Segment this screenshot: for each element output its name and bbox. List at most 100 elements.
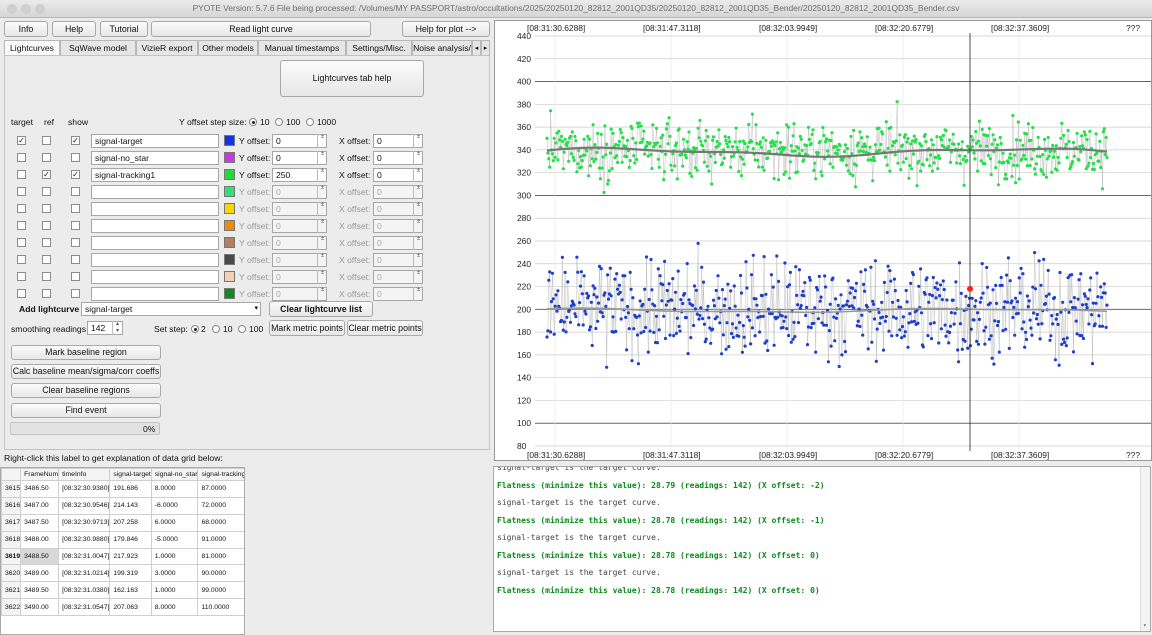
grid-header-0[interactable]	[1, 468, 22, 481]
tab-manual-timestamps[interactable]: Manual timestamps	[258, 40, 346, 56]
row-3-curve-name[interactable]: signal-tracking1	[91, 168, 219, 182]
y-step-100-radio[interactable]	[275, 118, 283, 126]
info-button[interactable]: Info	[4, 21, 48, 37]
row-5-curve-name[interactable]	[91, 202, 219, 216]
tab-vizier-export[interactable]: VizieR export	[136, 40, 198, 56]
row-8-ref-checkbox[interactable]	[42, 255, 51, 264]
row-7-y-stepper-icon[interactable]: ±	[317, 236, 327, 250]
row-7-x-stepper-icon[interactable]: ±	[413, 236, 423, 250]
row-2-target-checkbox[interactable]	[17, 153, 26, 162]
row-4-y-stepper-icon[interactable]: ±	[317, 185, 327, 199]
lightcurve-plot[interactable]: 80 100 120 140 160 180 200 220 240 260 280 300 320 34…	[494, 20, 1152, 461]
grid-header-2[interactable]: timeInfo	[58, 468, 111, 481]
row-10-color-swatch[interactable]	[224, 288, 235, 299]
row-8-curve-name[interactable]	[91, 253, 219, 267]
row-10-show-checkbox[interactable]	[71, 289, 80, 298]
row-6-show-checkbox[interactable]	[71, 221, 80, 230]
tab-scroll-right-icon[interactable]: ▸	[481, 40, 490, 56]
row-10-curve-name[interactable]	[91, 287, 219, 301]
add-lightcurve-select[interactable]: signal-target ▾	[81, 302, 261, 316]
row-1-color-swatch[interactable]	[224, 135, 235, 146]
row-4-curve-name[interactable]	[91, 185, 219, 199]
row-9-show-checkbox[interactable]	[71, 272, 80, 281]
row-3-ref-checkbox[interactable]: ✓	[42, 170, 51, 179]
tab-sqwave-model[interactable]: SqWave model	[60, 40, 136, 56]
row-5-ref-checkbox[interactable]	[42, 204, 51, 213]
row-2-x-stepper-icon[interactable]: ±	[413, 151, 423, 165]
row-2-ref-checkbox[interactable]	[42, 153, 51, 162]
table-row[interactable]: 3616 3487.00 [08:32:30.9546] 214.143 -6.0000…	[1, 496, 244, 515]
mark-baseline-region-button[interactable]: Mark baseline region	[11, 345, 161, 360]
row-5-show-checkbox[interactable]	[71, 204, 80, 213]
tab-other-models[interactable]: Other models	[198, 40, 258, 56]
row-5-x-stepper-icon[interactable]: ±	[413, 202, 423, 216]
row-1-x-stepper-icon[interactable]: ±	[413, 134, 423, 148]
table-row[interactable]: 3622 3490.00 [08:32:31.0547] 207.063 8.0000 1…	[1, 598, 244, 617]
row-2-color-swatch[interactable]	[224, 152, 235, 163]
row-4-x-stepper-icon[interactable]: ±	[413, 185, 423, 199]
row-6-x-stepper-icon[interactable]: ±	[413, 219, 423, 233]
row-1-curve-name[interactable]: signal-target	[91, 134, 219, 148]
row-5-y-stepper-icon[interactable]: ±	[317, 202, 327, 216]
row-10-target-checkbox[interactable]	[17, 289, 26, 298]
table-row[interactable]: 3620 3489.00 [08:32:31.0214] 199.319 3.0000 9…	[1, 564, 244, 583]
data-grid[interactable]: FrameNum timeInfo signal-target signal-no_s…	[0, 467, 245, 635]
row-2-show-checkbox[interactable]	[71, 153, 80, 162]
row-3-target-checkbox[interactable]	[17, 170, 26, 179]
tab-settings-misc[interactable]: Settings/Misc.	[346, 40, 412, 56]
grid-help-label[interactable]: Right-click this label to get explanatio…	[4, 453, 223, 463]
row-4-target-checkbox[interactable]	[17, 187, 26, 196]
tab-noise-analysis[interactable]: Noise analysis/	[412, 40, 472, 56]
help-button[interactable]: Help	[52, 21, 96, 37]
set-step-10-radio[interactable]	[212, 325, 220, 333]
row-2-curve-name[interactable]: signal-no_star	[91, 151, 219, 165]
table-row[interactable]: 3618 3488.00 [08:32:30.9880] 179.846 -5.0000…	[1, 530, 244, 549]
lightcurves-tab-help-button[interactable]: Lightcurves tab help	[280, 60, 424, 97]
row-7-color-swatch[interactable]	[224, 237, 235, 248]
row-3-y-stepper-icon[interactable]: ±	[317, 168, 327, 182]
row-9-color-swatch[interactable]	[224, 271, 235, 282]
grid-header-4[interactable]: signal-no_star	[150, 468, 199, 481]
row-6-color-swatch[interactable]	[224, 220, 235, 231]
scroll-down-icon[interactable]: ▾	[1143, 622, 1147, 629]
row-4-show-checkbox[interactable]	[71, 187, 80, 196]
row-1-ref-checkbox[interactable]	[42, 136, 51, 145]
plot-canvas[interactable]: 80 100 120 140 160 180 200 220 240 260 280 300 320 34…	[495, 21, 1151, 460]
read-light-curve-button[interactable]: Read light curve	[151, 21, 371, 37]
row-10-x-stepper-icon[interactable]: ±	[413, 287, 423, 301]
row-5-color-swatch[interactable]	[224, 203, 235, 214]
clear-lightcurve-list-button[interactable]: Clear lightcurve list	[269, 301, 373, 317]
row-8-show-checkbox[interactable]	[71, 255, 80, 264]
calc-baseline-button[interactable]: Calc baseline mean/sigma/corr coeffs	[11, 364, 161, 379]
row-3-show-checkbox[interactable]: ✓	[71, 170, 80, 179]
table-row[interactable]: 3621 3489.50 [08:32:31.0380] 162.163 1.0000 9…	[1, 581, 244, 600]
row-8-x-stepper-icon[interactable]: ±	[413, 253, 423, 267]
row-9-y-stepper-icon[interactable]: ±	[317, 270, 327, 284]
selected-point[interactable]	[967, 285, 973, 292]
row-7-curve-name[interactable]	[91, 236, 219, 250]
row-7-ref-checkbox[interactable]	[42, 238, 51, 247]
row-8-color-swatch[interactable]	[224, 254, 235, 265]
row-7-target-checkbox[interactable]	[17, 238, 26, 247]
row-1-show-checkbox[interactable]: ✓	[71, 136, 80, 145]
y-step-10-radio[interactable]	[249, 118, 257, 126]
tutorial-button[interactable]: Tutorial	[100, 21, 148, 37]
smoothing-stepper-icon[interactable]: ▴ ▾	[112, 321, 122, 335]
tab-scroll-left-icon[interactable]: ◂	[472, 40, 481, 56]
table-row[interactable]: 3617 3487.50 [08:32:30.9713] 207.258 6.0000 6…	[1, 513, 244, 532]
row-5-target-checkbox[interactable]	[17, 204, 26, 213]
y-step-1000-radio[interactable]	[306, 118, 314, 126]
row-1-target-checkbox[interactable]: ✓	[17, 136, 26, 145]
row-8-target-checkbox[interactable]	[17, 255, 26, 264]
row-9-curve-name[interactable]	[91, 270, 219, 284]
row-1-y-stepper-icon[interactable]: ±	[317, 134, 327, 148]
log-scrollbar[interactable]: ▾	[1140, 467, 1150, 631]
table-row[interactable]: 3619 3488.50 [08:32:31.0047] 217.923 1.0000 8…	[1, 547, 244, 566]
grid-header-3[interactable]: signal-target	[109, 468, 152, 481]
find-event-button[interactable]: Find event	[11, 403, 161, 418]
row-10-ref-checkbox[interactable]	[42, 289, 51, 298]
grid-header-5[interactable]: signal-tracking1	[197, 468, 244, 481]
set-step-100-radio[interactable]	[238, 325, 246, 333]
row-6-y-stepper-icon[interactable]: ±	[317, 219, 327, 233]
table-row[interactable]: 3615 3486.50 [08:32:30.9380] 191.686 8.0000 8…	[1, 480, 244, 498]
